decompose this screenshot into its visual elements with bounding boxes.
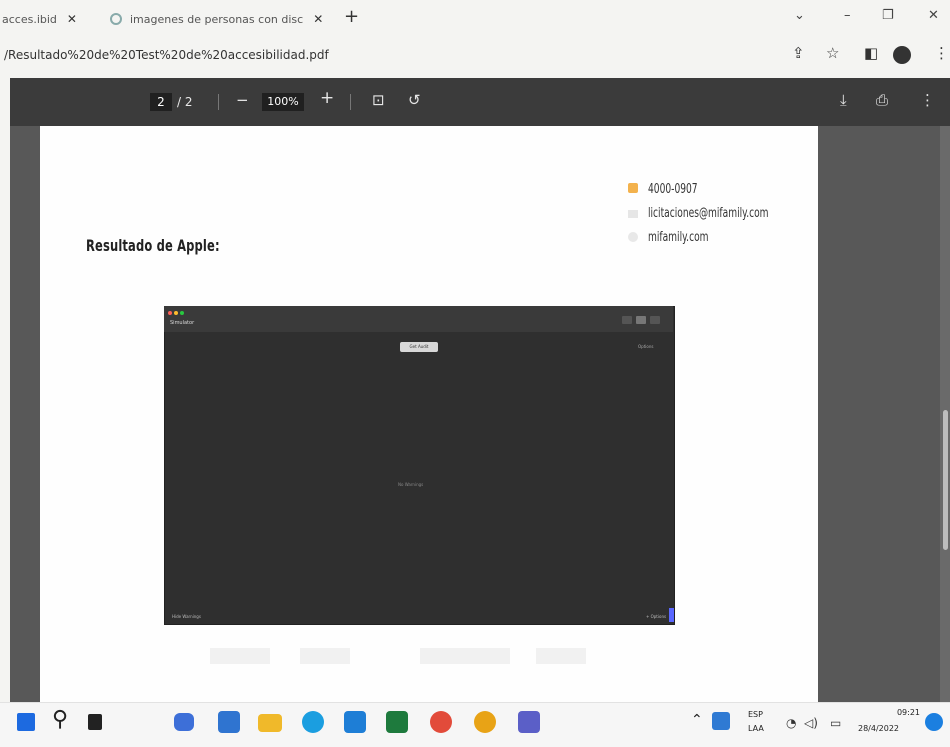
contact-phone: 4000-0907	[648, 182, 698, 197]
excel-icon[interactable]	[386, 711, 408, 733]
sync-icon[interactable]	[712, 712, 730, 730]
clock-time[interactable]: 09:21	[870, 708, 920, 717]
close-icon[interactable]: ✕	[67, 12, 77, 26]
bleed-through	[420, 648, 510, 664]
zoom-input[interactable]: 100%	[262, 93, 304, 111]
embedded-accent	[669, 608, 674, 622]
embedded-control	[650, 316, 660, 324]
chat-icon[interactable]	[174, 713, 194, 731]
task-view-icon[interactable]	[88, 714, 102, 730]
page-heading: Resultado de Apple:	[86, 236, 220, 255]
embedded-audit-button: Get Audit	[400, 342, 438, 352]
embedded-footer-right: + Options	[646, 614, 667, 619]
mail-icon	[628, 210, 638, 218]
download-icon[interactable]: ⤓	[840, 91, 847, 109]
zoom-out-button[interactable]: −	[236, 91, 249, 109]
wifi-icon[interactable]: ◔	[786, 716, 796, 730]
embedded-center-text: No Warnings	[398, 482, 424, 487]
minimize-dot-icon	[174, 311, 178, 315]
search-icon[interactable]: ⚲	[52, 707, 68, 732]
zoom-dot-icon	[180, 311, 184, 315]
page-number-input[interactable]: 2	[150, 93, 172, 111]
contact-website: mifamily.com	[648, 230, 709, 245]
embedded-options-label: Options	[638, 344, 654, 349]
globe-icon	[628, 232, 638, 242]
tray-chevron-icon[interactable]: ⌃	[691, 712, 703, 728]
phone-icon	[628, 183, 638, 193]
bleed-through	[536, 648, 586, 664]
close-dot-icon	[168, 311, 172, 315]
toolbar-divider	[218, 94, 219, 110]
restore-icon[interactable]: ❐	[882, 8, 894, 23]
scrollbar-thumb[interactable]	[943, 410, 948, 550]
app-icon[interactable]	[218, 711, 240, 733]
tab-images-search[interactable]: imagenes de personas con disc ✕	[110, 6, 330, 32]
google-icon	[110, 13, 122, 25]
rotate-icon[interactable]: ↺	[408, 91, 421, 109]
page-total: / 2	[177, 95, 193, 109]
embedded-screenshot	[164, 306, 675, 625]
sidepanel-icon[interactable]: ◧	[864, 44, 878, 62]
keyboard-layout[interactable]: LAA	[748, 724, 764, 733]
more-options-icon[interactable]: ⋮	[920, 91, 935, 109]
embedded-footer-left: Hide Warnings	[172, 614, 201, 619]
close-icon[interactable]: ✕	[313, 12, 323, 26]
avatar[interactable]	[893, 46, 911, 64]
tab-label: imagenes de personas con disc	[130, 12, 304, 26]
minimize-icon[interactable]: –	[844, 8, 851, 23]
chevron-down-icon[interactable]: ⌄	[794, 8, 805, 23]
bleed-through	[300, 648, 350, 664]
outlook-icon[interactable]	[344, 711, 366, 733]
notification-icon[interactable]	[925, 713, 943, 731]
folder-icon[interactable]	[258, 714, 282, 732]
zoom-in-button[interactable]: +	[320, 88, 334, 108]
toolbar-divider	[350, 94, 351, 110]
embedded-control	[636, 316, 646, 324]
office-icon[interactable]	[430, 711, 452, 733]
edge-icon[interactable]	[302, 711, 324, 733]
volume-icon[interactable]: ◁)	[804, 716, 818, 730]
contact-email: licitaciones@mifamily.com	[648, 206, 769, 221]
battery-icon[interactable]: ▭	[830, 716, 841, 730]
star-icon[interactable]: ☆	[826, 44, 839, 62]
language-code[interactable]: ESP	[748, 710, 763, 719]
bleed-through	[210, 648, 270, 664]
print-icon[interactable]: ⎙	[876, 91, 888, 109]
close-window-icon[interactable]: ✕	[928, 8, 939, 23]
chrome-icon[interactable]	[474, 711, 496, 733]
share-icon[interactable]: ⇪	[792, 44, 805, 62]
embedded-app-name: Simulator	[170, 320, 195, 326]
tab-accessibility-pdf[interactable]: acces.ibid ✕	[2, 6, 102, 32]
menu-icon[interactable]: ⋮	[934, 44, 949, 62]
windows-start-icon[interactable]	[17, 713, 35, 731]
tab-label: acces.ibid	[2, 12, 57, 26]
teams-icon[interactable]	[518, 711, 540, 733]
clock-date[interactable]: 28/4/2022	[858, 724, 899, 733]
embedded-control	[622, 316, 632, 324]
fit-page-icon[interactable]: ⊡	[372, 91, 385, 109]
url-field[interactable]: /Resultado%20de%20Test%20de%20accesibili…	[4, 48, 329, 62]
embedded-titlebar	[164, 306, 673, 332]
new-tab-icon[interactable]: +	[344, 6, 359, 27]
